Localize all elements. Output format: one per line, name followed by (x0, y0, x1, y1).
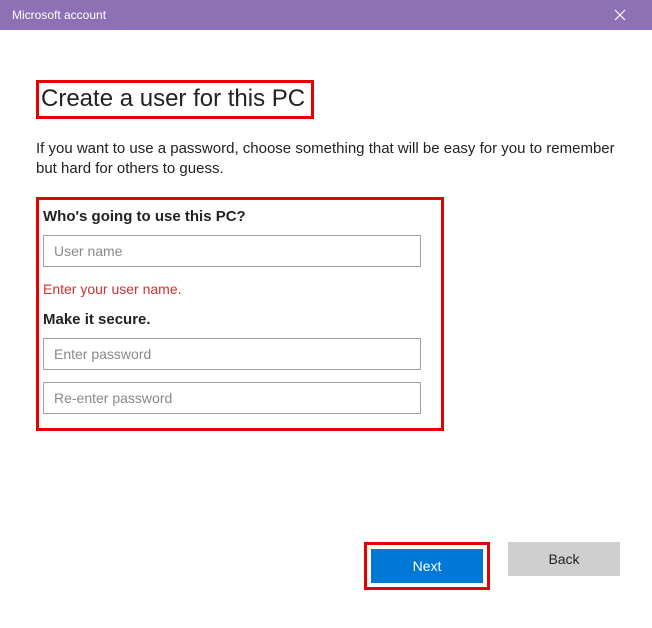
who-label: Who's going to use this PC? (43, 208, 433, 225)
form-highlight: Who's going to use this PC? Enter your u… (36, 197, 444, 431)
button-row: Next Back (364, 542, 620, 590)
password-group (43, 338, 433, 414)
username-input[interactable] (43, 235, 421, 267)
content-area: Create a user for this PC If you want to… (0, 30, 652, 451)
close-icon[interactable] (600, 9, 640, 21)
window-title: Microsoft account (12, 8, 600, 22)
title-bar: Microsoft account (0, 0, 652, 30)
page-title: Create a user for this PC (39, 83, 311, 116)
secure-label: Make it secure. (43, 311, 433, 328)
next-button-highlight: Next (364, 542, 490, 590)
username-error: Enter your user name. (43, 281, 433, 297)
reenter-password-input[interactable] (43, 382, 421, 414)
page-description: If you want to use a password, choose so… (36, 139, 616, 180)
back-button[interactable]: Back (508, 542, 620, 576)
password-input[interactable] (43, 338, 421, 370)
heading-highlight: Create a user for this PC (36, 80, 314, 119)
next-button[interactable]: Next (371, 549, 483, 583)
